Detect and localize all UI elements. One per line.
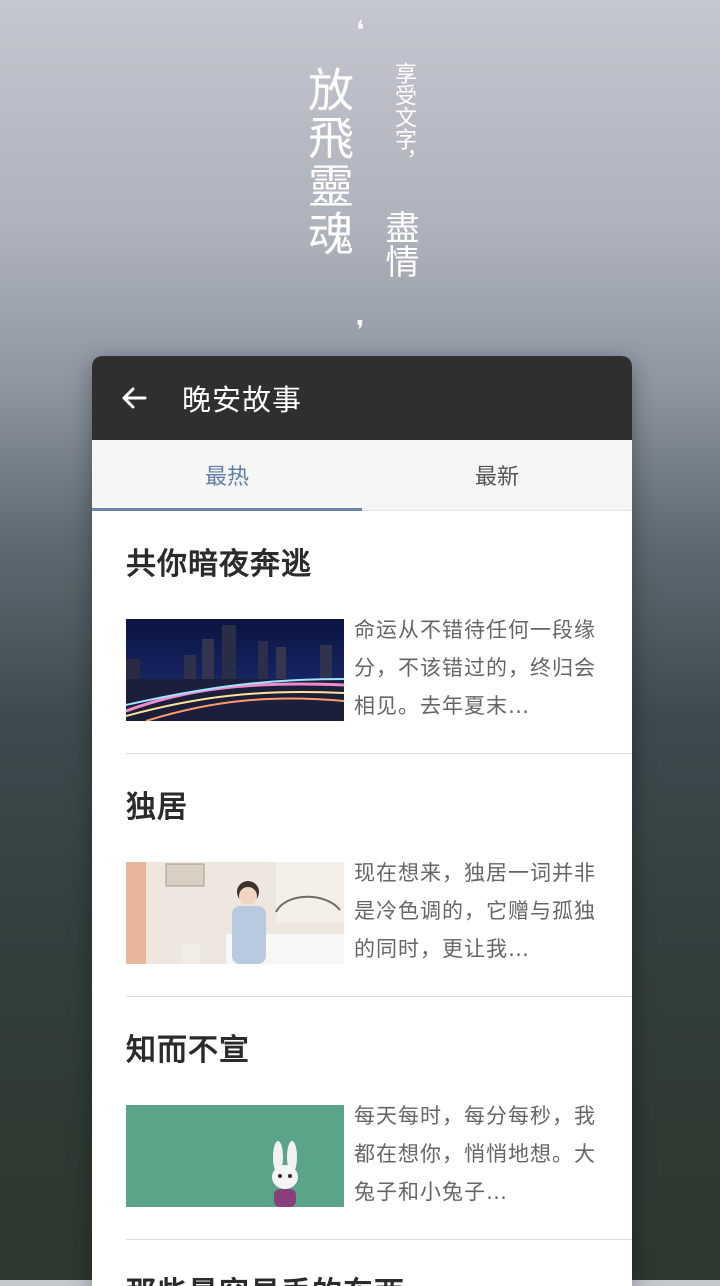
list-item[interactable]: 知而不宣 每天每时，每分每秒，我都在想你，悄悄地想。大兔子和小兔子… [92,997,632,1239]
poster-sub-text-2: 盡情 [379,210,419,278]
story-excerpt: 每天每时，每分每秒，我都在想你，悄悄地想。大兔子和小兔子… [354,1104,596,1204]
poster-sub-text: 享受文字， [391,62,416,172]
story-title: 独居 [126,790,188,825]
story-title: 知而不宣 [126,1033,250,1068]
open-quote-ornament: ❛ [356,16,365,46]
story-excerpt: 现在想来，独居一词并非是冷色调的，它赠与孤独的同时，更让我… [354,861,596,961]
rabbit-figure-thumbnail [126,1105,344,1207]
story-title: 那些最容易丢的东西 [126,1240,632,1286]
tab-newest[interactable]: 最新 [362,440,632,510]
list-item[interactable]: 独居 现在想来，独居一词并非是冷色调的，它赠与孤独的同时，更让我… [92,754,632,996]
tab-hottest[interactable]: 最热 [92,440,362,510]
list-item[interactable]: 那些最容易丢的东西 [92,1240,632,1286]
story-title: 共你暗夜奔逃 [126,547,312,582]
story-list: 共你暗夜奔逃 命运从不错待任何一段缘分，不该错过的，终归会相见。去年夏末… 独居… [92,511,632,1286]
bedroom-photo-thumbnail [126,862,344,964]
app-bar: 晚安故事 [92,356,632,440]
close-quote-ornament: ❜ [356,316,365,346]
list-item[interactable]: 共你暗夜奔逃 命运从不错待任何一段缘分，不该错过的，终归会相见。去年夏末… [92,511,632,753]
tab-bar: 最热 最新 [92,440,632,511]
page-title: 晚安故事 [182,383,303,417]
story-excerpt: 命运从不错待任何一段缘分，不该错过的，终归会相见。去年夏末… [354,618,596,718]
active-tab-indicator [92,508,362,511]
poster-main-text: 放飛靈魂 [301,66,355,258]
back-arrow-icon [122,387,147,409]
back-button[interactable] [92,356,176,440]
city-night-thumbnail [126,619,344,721]
story-card: 晚安故事 最热 最新 共你暗夜奔逃 命运从不错待任何一段缘分，不该错过的，终归会… [92,356,632,1286]
